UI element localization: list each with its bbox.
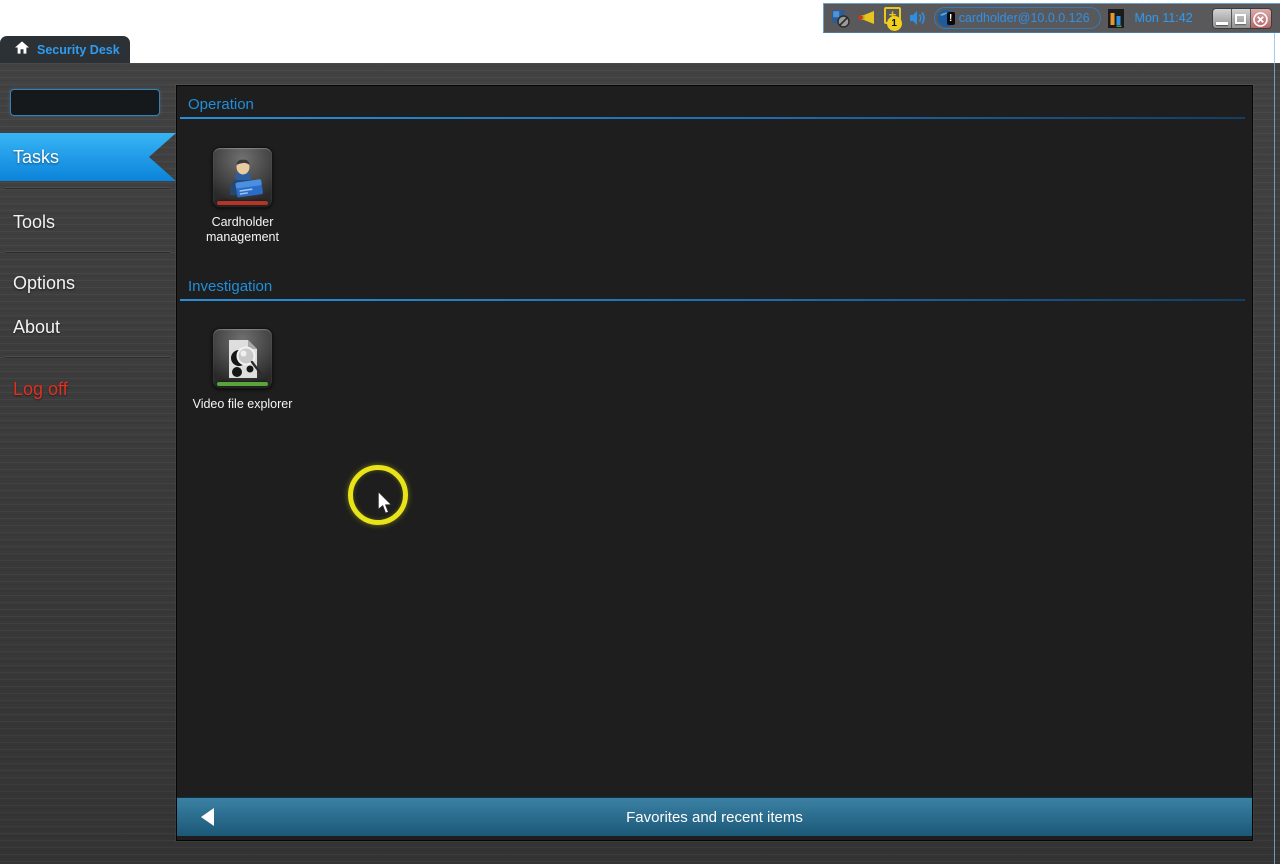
sidebar-item-tasks[interactable]: Tasks bbox=[0, 133, 176, 181]
sidebar-item-label: Tasks bbox=[13, 146, 60, 167]
close-button[interactable] bbox=[1250, 8, 1271, 28]
logged-user-pill[interactable]: ! cardholder@10.0.0.126 bbox=[933, 7, 1101, 29]
tile-accent-strip bbox=[217, 382, 268, 386]
tile-accent-strip bbox=[217, 201, 268, 205]
sidebar: Tasks Tools Options About Log off bbox=[0, 63, 176, 864]
event-count-badge: 1 bbox=[886, 15, 902, 31]
tile-label-cardholder-management: Cardholder management bbox=[206, 215, 279, 244]
volume-icon[interactable] bbox=[909, 10, 927, 26]
sidebar-item-log-off[interactable]: Log off bbox=[13, 379, 68, 400]
section-title-investigation: Investigation bbox=[188, 278, 273, 295]
window-edge-highlight bbox=[1274, 3, 1275, 864]
sidebar-divider bbox=[5, 187, 170, 189]
tile-cardholder-management[interactable] bbox=[212, 147, 273, 208]
sidebar-item-tools[interactable]: Tools bbox=[13, 212, 55, 233]
tray-clock: Mon 11:42 bbox=[1134, 11, 1193, 25]
sidebar-item-options[interactable]: Options bbox=[13, 273, 75, 294]
minimize-icon bbox=[1215, 21, 1228, 25]
new-events-badge-icon[interactable]: + 1 bbox=[884, 6, 902, 31]
section-title-operation: Operation bbox=[188, 96, 254, 113]
logged-user-label: cardholder@10.0.0.126 bbox=[958, 11, 1090, 25]
mouse-cursor bbox=[377, 490, 394, 515]
cardholder-icon bbox=[229, 159, 263, 197]
tab-label: Security Desk bbox=[37, 42, 120, 57]
tile-video-file-explorer[interactable] bbox=[212, 328, 273, 389]
sidebar-divider bbox=[5, 251, 170, 253]
maximize-icon bbox=[1235, 14, 1247, 24]
search-input[interactable] bbox=[10, 89, 160, 116]
tile-label-video-file-explorer: Video file explorer bbox=[192, 397, 293, 411]
tab-security-desk[interactable]: Security Desk bbox=[0, 36, 130, 63]
health-stats-icon[interactable] bbox=[1107, 8, 1124, 28]
collapse-left-icon bbox=[201, 808, 214, 826]
task-home-panel: Operation Cardholder management Investig… bbox=[176, 85, 1253, 841]
sidebar-item-about[interactable]: About bbox=[13, 317, 60, 338]
video-file-explorer-icon bbox=[228, 339, 262, 378]
notification-tray: + 1 ! cardholder@10.0.0.126 Mon 11:42 bbox=[823, 3, 1280, 33]
screen-status-icon[interactable] bbox=[831, 9, 850, 28]
close-icon bbox=[1253, 11, 1269, 27]
favorites-and-recent-bar[interactable]: Favorites and recent items bbox=[177, 797, 1252, 836]
maximize-button[interactable] bbox=[1231, 8, 1251, 28]
favorites-bar-label: Favorites and recent items bbox=[626, 808, 803, 826]
section-divider bbox=[180, 117, 1245, 119]
section-divider bbox=[180, 299, 1245, 301]
minimize-button[interactable] bbox=[1212, 8, 1232, 28]
sidebar-divider bbox=[5, 356, 170, 358]
warning-badge: ! bbox=[946, 12, 955, 25]
home-icon bbox=[15, 40, 29, 59]
alert-horn-icon[interactable] bbox=[857, 9, 877, 27]
window-controls bbox=[1211, 7, 1272, 29]
